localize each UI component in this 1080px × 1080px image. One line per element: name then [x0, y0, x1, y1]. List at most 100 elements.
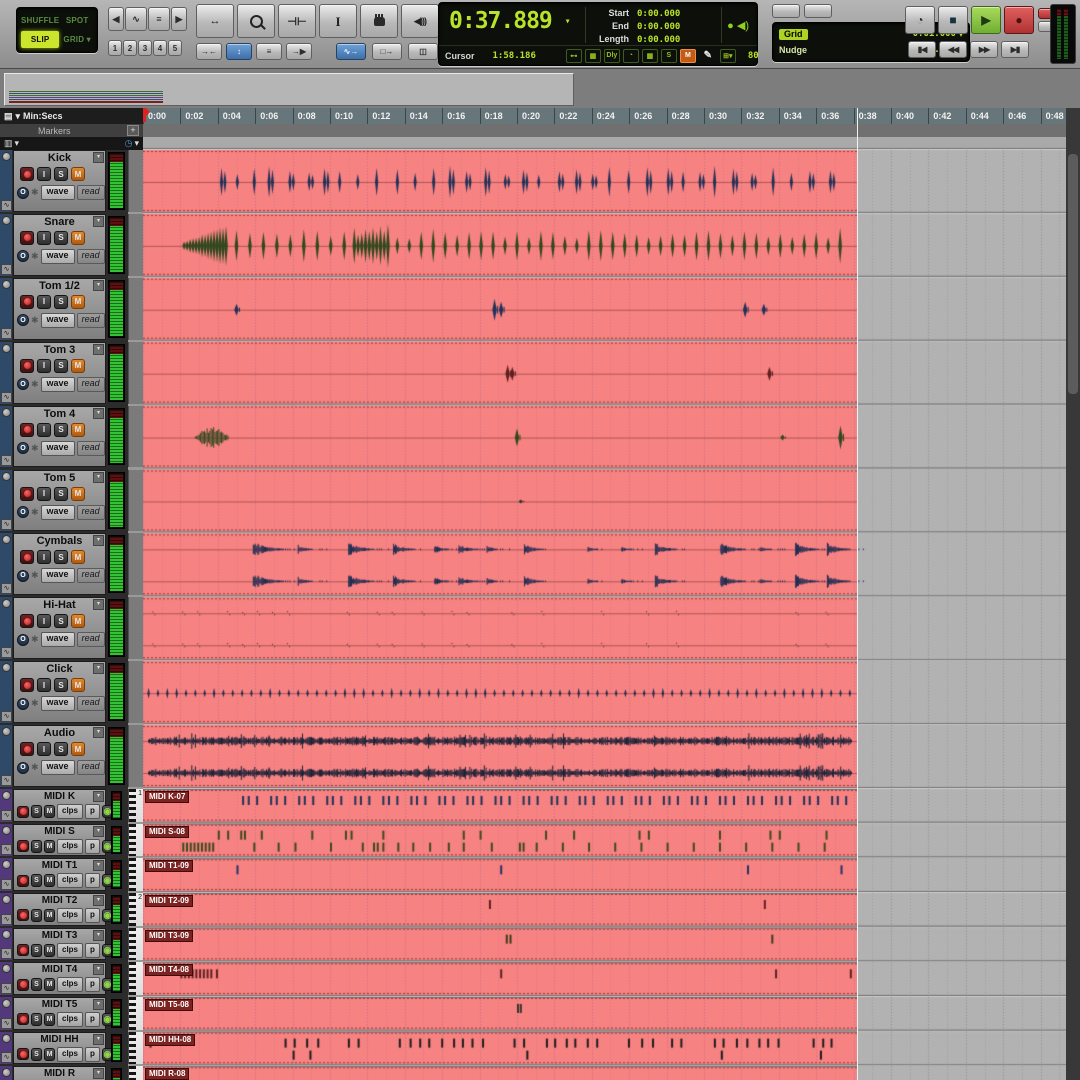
output-button[interactable]: O — [17, 762, 29, 774]
track-name[interactable]: Tom 3 — [14, 344, 105, 356]
solo-button[interactable]: S — [54, 487, 68, 501]
nudge-mode-button[interactable] — [804, 4, 832, 18]
input-monitor-button[interactable]: I — [37, 487, 51, 501]
pencil-icon[interactable]: ✎ — [700, 49, 716, 63]
universe-panel[interactable] — [4, 73, 574, 106]
input-monitor-button[interactable]: I — [37, 614, 51, 628]
track-name[interactable]: MIDI T1 — [14, 860, 105, 871]
mode-grid[interactable]: GRID ▾ — [61, 31, 93, 48]
record-arm-button[interactable] — [17, 806, 29, 818]
clock-icon[interactable]: ◷ — [125, 138, 133, 149]
chevron-down-icon[interactable]: ▾ — [93, 472, 104, 483]
merge-icon[interactable]: ▦ — [642, 49, 658, 63]
elastic-audio-icon[interactable]: ∿ — [1, 810, 12, 821]
track-collapse-button[interactable] — [2, 1034, 11, 1043]
track-name[interactable]: MIDI R — [14, 1068, 105, 1079]
track-collapse-button[interactable] — [2, 964, 11, 973]
elastic-audio-icon[interactable]: ∿ — [1, 647, 12, 658]
ruler-cell[interactable]: 0:18 — [480, 108, 517, 124]
clips-view-button[interactable]: clps — [57, 943, 83, 958]
solo-button[interactable]: S — [54, 359, 68, 373]
ruler-cell[interactable]: 0:02 — [180, 108, 217, 124]
clips-view-button[interactable]: clps — [57, 804, 83, 819]
automation-mode-button[interactable]: read — [77, 441, 105, 456]
delay-compensation-icon[interactable]: Dly — [604, 49, 620, 63]
track-collapse-button[interactable] — [2, 344, 11, 353]
mute-button[interactable]: M — [71, 550, 85, 564]
input-monitor-button[interactable]: I — [37, 550, 51, 564]
grid-select-icon[interactable]: ⊞▾ — [720, 49, 736, 63]
elastic-audio-icon[interactable]: ∿ — [1, 583, 12, 594]
automation-mode-button[interactable]: read — [77, 249, 105, 264]
elastic-audio-icon[interactable]: ∿ — [1, 948, 12, 959]
elastic-audio-icon[interactable]: ∿ — [1, 1018, 12, 1029]
track-name[interactable]: Tom 5 — [14, 472, 105, 484]
automation-mode-button[interactable]: read — [77, 632, 105, 647]
insertion-follows-playback-button[interactable]: ↕ — [226, 43, 252, 60]
record-arm-button[interactable] — [20, 295, 34, 309]
patch-button[interactable]: p — [85, 804, 100, 819]
automation-mode-button[interactable]: read — [77, 568, 105, 583]
chevron-down-icon[interactable]: ▾ — [93, 280, 104, 291]
mute-button[interactable]: M — [44, 978, 55, 991]
track-view-selector[interactable]: wave — [41, 313, 75, 328]
track-collapse-button[interactable] — [2, 663, 11, 672]
midi-keyboard-gutter[interactable] — [128, 928, 143, 961]
metronome-icon[interactable]: ▦ — [585, 49, 601, 63]
track-name[interactable]: MIDI T3 — [14, 930, 105, 941]
track-view-selector[interactable]: wave — [41, 505, 75, 520]
track-name[interactable]: MIDI S — [14, 826, 105, 837]
chevron-down-icon[interactable]: ▾ — [93, 535, 104, 546]
edit-lanes-canvas[interactable] — [143, 137, 1066, 1080]
track-name[interactable]: MIDI T4 — [14, 964, 105, 975]
mute-button[interactable]: M — [44, 944, 55, 957]
zoom-preset-1[interactable]: 1 — [108, 40, 122, 56]
record-arm-button[interactable] — [20, 423, 34, 437]
chevron-down-icon[interactable]: ▾ — [134, 138, 139, 149]
mute-button[interactable]: M — [44, 1048, 55, 1061]
chevron-down-icon[interactable]: ▾ — [93, 999, 104, 1010]
mirrored-midi-button[interactable]: ∿→ — [336, 43, 366, 60]
output-button[interactable]: O — [17, 570, 29, 582]
ruler-cell[interactable]: 0:04 — [218, 108, 255, 124]
input-monitor-button[interactable]: I — [37, 167, 51, 181]
elastic-audio-icon[interactable]: ∿ — [1, 914, 12, 925]
automation-mode-button[interactable]: read — [77, 696, 105, 711]
record-arm-button[interactable] — [20, 550, 34, 564]
record-arm-button[interactable] — [20, 487, 34, 501]
track-collapse-button[interactable] — [2, 727, 11, 736]
track-collapse-button[interactable] — [2, 791, 11, 800]
mute-button[interactable]: M — [71, 231, 85, 245]
grabber-tool[interactable] — [360, 4, 398, 38]
output-button[interactable]: O — [17, 378, 29, 390]
chevron-down-icon[interactable]: ▾ — [93, 727, 104, 738]
session-start-marker[interactable] — [143, 108, 146, 122]
solo-button[interactable]: S — [54, 295, 68, 309]
mode-spot[interactable]: SPOT — [61, 12, 93, 29]
track-view-selector[interactable]: wave — [41, 185, 75, 200]
rewind-button[interactable]: ◀◀ — [939, 41, 967, 58]
freeze-icon[interactable]: ✱ — [31, 570, 39, 581]
record-arm-button[interactable] — [17, 1048, 29, 1060]
start-value[interactable]: 0:00.000 — [637, 9, 680, 19]
solo-button[interactable]: S — [54, 231, 68, 245]
chevron-down-icon[interactable]: ▾ — [93, 826, 104, 837]
track-name[interactable]: Hi-Hat — [14, 599, 105, 611]
midi-keyboard-gutter[interactable]: 1 — [128, 789, 143, 822]
midi-keyboard-gutter[interactable] — [128, 824, 143, 857]
output-button[interactable]: O — [17, 250, 29, 262]
track-name[interactable]: Kick — [14, 152, 105, 164]
automation-mode-button[interactable]: read — [77, 185, 105, 200]
record-arm-button[interactable] — [20, 231, 34, 245]
elastic-audio-icon[interactable]: ∿ — [1, 844, 12, 855]
selector-tool[interactable]: I — [319, 4, 357, 38]
zoom-preset-2[interactable]: 2 — [123, 40, 137, 56]
input-monitor-button[interactable]: I — [37, 423, 51, 437]
ruler-cell[interactable]: 0:44 — [966, 108, 1003, 124]
clips-view-button[interactable]: clps — [57, 873, 83, 888]
track-collapse-button[interactable] — [2, 152, 11, 161]
patch-button[interactable]: p — [85, 1047, 100, 1062]
mute-button[interactable]: M — [44, 840, 55, 853]
record-arm-button[interactable] — [20, 359, 34, 373]
return-to-zero-button[interactable]: ▮◀ — [908, 41, 936, 58]
